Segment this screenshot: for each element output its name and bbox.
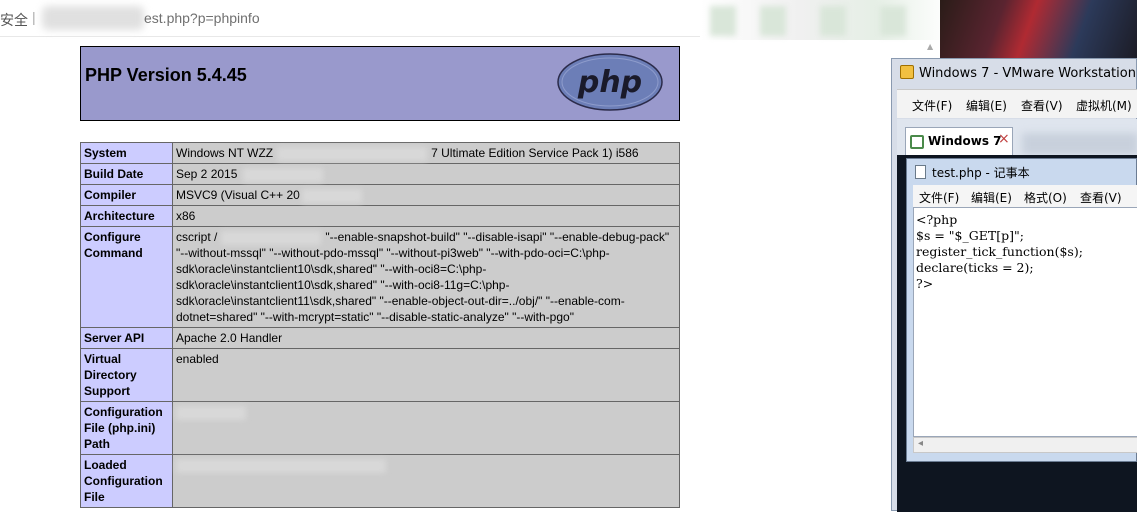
address-bar[interactable]: 安全 | est.php?p=phpinfo [0,0,700,37]
horizontal-scrollbar[interactable]: ◂ [913,437,1137,453]
vmware-app-icon [900,65,914,79]
redacted-value [277,146,428,161]
row-label: Build Date [80,163,173,185]
table-row: Build Date Sep 2 2015 [80,163,680,185]
vmware-menubar: 文件(F) 编辑(E) 查看(V) 虚拟机(M) [897,89,1137,118]
notepad-window[interactable]: test.php - 记事本 文件(F) 编辑(E) 格式(O) 查看(V) <… [906,158,1137,462]
scroll-left-icon[interactable]: ◂ [918,438,923,449]
row-label: System [80,142,173,164]
vmware-title-text: Windows 7 - VMware Workstation [919,66,1136,81]
menu-edit[interactable]: 编辑(E) [966,97,1007,114]
php-version-header: PHP Version 5.4.45 php [80,46,680,121]
table-row: Virtual Directory Support enabled [80,348,680,402]
row-label: Configuration File (php.ini) Path [80,401,173,455]
table-row: Server API Apache 2.0 Handler [80,327,680,349]
row-value: enabled [172,348,680,402]
code-line: ?> [916,276,934,291]
tab-windows-7[interactable]: Windows 7 × [905,127,1013,155]
redacted-host [42,6,144,30]
notepad-menubar: 文件(F) 编辑(E) 格式(O) 查看(V) [913,185,1137,207]
menu-vm[interactable]: 虚拟机(M) [1076,97,1132,114]
redacted-value [301,188,362,203]
row-value: Apache 2.0 Handler [172,327,680,349]
row-value: x86 [172,205,680,227]
row-value: MSVC9 (Visual C++ 20 [176,188,300,202]
notepad-text-area[interactable]: <?php $s = "$_GET[p]"; register_tick_fun… [913,207,1137,437]
tab-label: Windows 7 [928,134,1002,148]
code-line: $s = "$_GET[p]"; [916,228,1024,243]
table-row: Architecture x86 [80,205,680,227]
menu-view[interactable]: 查看(V) [1021,97,1063,114]
code-line: declare(ticks = 2); [916,260,1034,275]
row-label: Configure Command [80,226,173,328]
np-menu-format[interactable]: 格式(O) [1024,189,1067,206]
np-menu-file[interactable]: 文件(F) [919,189,959,206]
row-label: Server API [80,327,173,349]
table-row: Configuration File (php.ini) Path [80,401,680,455]
table-row: Compiler MSVC9 (Visual C++ 20 [80,184,680,206]
np-menu-view[interactable]: 查看(V) [1080,189,1122,206]
np-menu-edit[interactable]: 编辑(E) [971,189,1012,206]
table-row: System Windows NT WZZ 7 Ultimate Edition … [80,142,680,164]
redacted-value [176,458,386,473]
code-line: <?php [916,212,958,227]
blurred-toolbar-area [700,0,950,40]
redacted-value [243,167,324,182]
row-label: Virtual Directory Support [80,348,173,402]
close-icon[interactable]: × [998,131,1010,147]
notepad-icon [915,165,926,179]
row-value: Windows NT WZZ [176,146,274,160]
php-logo-text: php [577,65,642,100]
vm-tab-strip: Windows 7 × [897,119,1137,155]
row-value: cscript / [176,230,218,244]
redacted-value [221,230,322,245]
page-title: PHP Version 5.4.45 [85,65,247,85]
table-row: Configure Command cscript / "--enable-sna… [80,226,680,328]
row-value-tail: 7 Ultimate Edition Service Pack 1) i586 [431,146,639,160]
row-label: Architecture [80,205,173,227]
menu-file[interactable]: 文件(F) [912,97,952,114]
vmware-title: Windows 7 - VMware Workstation [900,65,1136,81]
phpinfo-table: System Windows NT WZZ 7 Ultimate Edition … [80,142,680,508]
row-value: Sep 2 2015 [176,167,238,181]
row-label: Loaded Configuration File [80,454,173,508]
notepad-title: test.php - 记事本 [915,164,1030,181]
row-label: Compiler [80,184,173,206]
scroll-up-arrow-icon[interactable]: ▲ [927,42,933,51]
php-logo: php [557,53,663,111]
background-photo [940,0,1137,58]
redacted-tab [1022,133,1137,155]
address-separator: | [32,9,36,25]
table-row: Loaded Configuration File [80,454,680,508]
redacted-value [176,405,246,420]
notepad-title-text: test.php - 记事本 [932,166,1030,180]
code-line: register_tick_function($s); [916,244,1083,259]
vm-icon [910,135,924,149]
security-label: 安全 [0,12,28,28]
url-text[interactable]: est.php?p=phpinfo [144,10,260,26]
code-block: <?php $s = "$_GET[p]"; register_tick_fun… [916,212,1083,292]
